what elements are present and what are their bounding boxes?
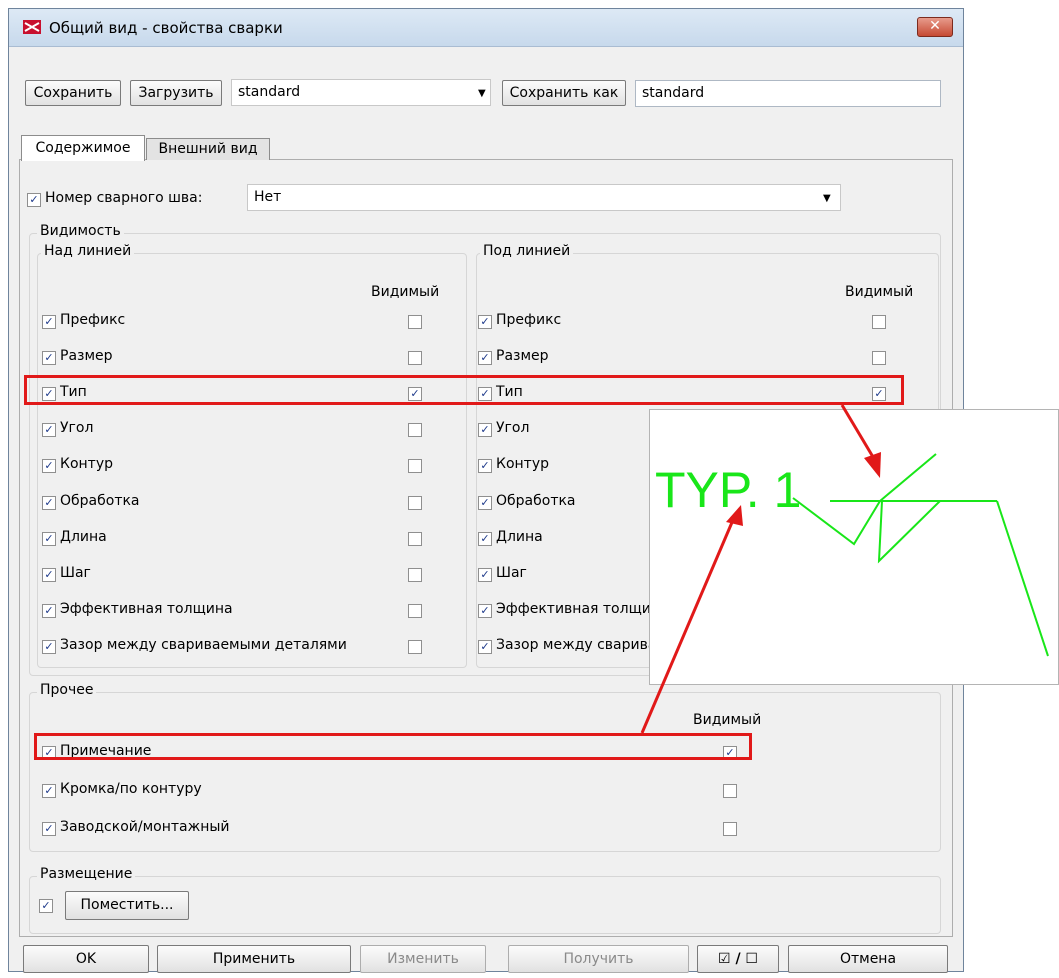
arrow-to-type-text: [640, 519, 735, 734]
annotation-arrows: [640, 404, 881, 734]
arrowhead-icon: [864, 452, 881, 478]
arrowhead-icon: [726, 505, 743, 526]
arrow-to-weld-symbol: [840, 404, 878, 463]
